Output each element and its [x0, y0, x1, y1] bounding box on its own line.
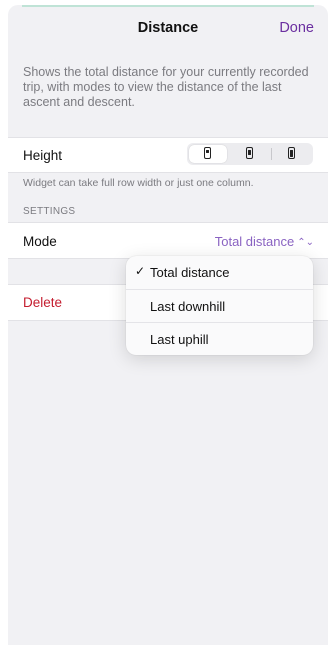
- menu-item-total-distance[interactable]: ✓ Total distance: [126, 256, 313, 289]
- delete-button[interactable]: Delete: [23, 295, 62, 310]
- height-option-medium[interactable]: [231, 145, 269, 163]
- menu-item-last-downhill[interactable]: Last downhill: [126, 289, 313, 323]
- widget-settings-sheet: Distance Done Shows the total distance f…: [8, 5, 328, 645]
- widget-description: Shows the total distance for your curren…: [23, 65, 309, 109]
- menu-item-label: Last uphill: [150, 332, 209, 347]
- menu-item-label: Last downhill: [150, 299, 226, 314]
- mode-picker[interactable]: Total distance ⌃⌄: [215, 234, 314, 249]
- done-button[interactable]: Done: [279, 20, 314, 36]
- mode-label: Mode: [23, 234, 57, 249]
- chevron-up-down-icon: ⌃⌄: [297, 237, 314, 248]
- mode-row[interactable]: Mode Total distance ⌃⌄: [8, 222, 328, 259]
- settings-section-header: SETTINGS: [23, 206, 76, 217]
- large-height-icon: [288, 147, 295, 159]
- height-label: Height: [23, 148, 63, 163]
- height-row: Height: [8, 137, 328, 173]
- menu-item-label: Total distance: [150, 265, 230, 280]
- sheet-top-edge: [22, 5, 314, 7]
- menu-item-last-uphill[interactable]: Last uphill: [126, 322, 313, 355]
- height-option-large[interactable]: [273, 145, 311, 163]
- height-segmented-control[interactable]: [187, 143, 313, 165]
- medium-height-icon: [246, 147, 253, 159]
- segment-divider: [271, 148, 272, 160]
- checkmark-icon: ✓: [135, 264, 146, 278]
- mode-value: Total distance: [214, 234, 295, 249]
- height-helper-text: Widget can take full row width or just o…: [23, 177, 254, 189]
- mode-dropdown-menu: ✓ Total distance Last downhill Last uphi…: [126, 256, 313, 355]
- height-option-small[interactable]: [189, 145, 227, 163]
- small-height-icon: [204, 147, 211, 159]
